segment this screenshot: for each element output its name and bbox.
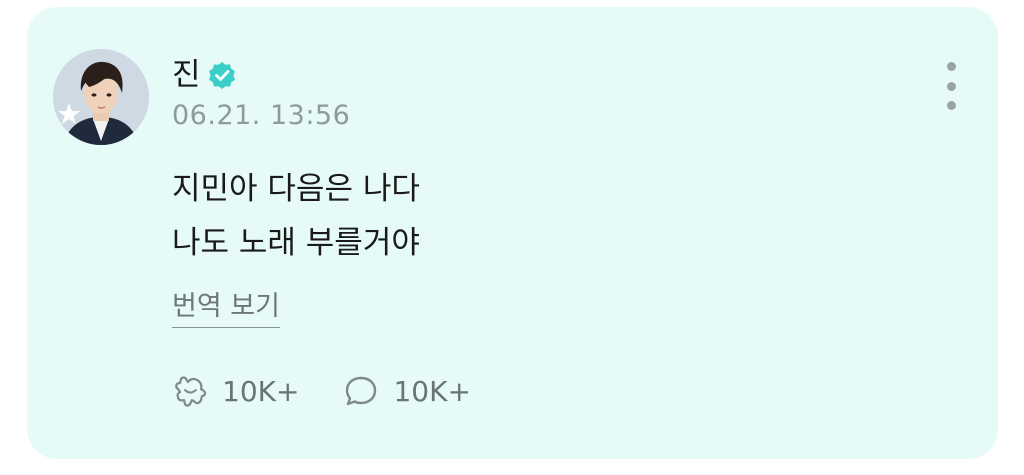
post-line: 지민아 다음은 나다 [172, 171, 420, 207]
more-options-button[interactable] [938, 62, 964, 110]
comment-button[interactable]: 10K+ [343, 373, 471, 409]
like-reaction-icon [172, 373, 208, 409]
post-content: 지민아 다음은 나다 나도 노래 부를거야 [172, 162, 420, 270]
author-row: 진 [172, 53, 237, 97]
comment-bubble-icon [343, 373, 379, 409]
avatar-image [53, 49, 149, 145]
avatar[interactable] [53, 49, 149, 145]
more-vertical-icon [946, 62, 956, 71]
author-name[interactable]: 진 [172, 55, 201, 95]
stats-row: 10K+ 10K+ [172, 371, 515, 411]
more-dot [946, 101, 956, 110]
star-badge-icon [54, 99, 84, 129]
like-count: 10K+ [222, 374, 300, 408]
like-button[interactable]: 10K+ [172, 373, 299, 409]
post-card: 진 06.21. 13:56 지민아 다음은 나다 나도 노래 부를거야 번역 … [27, 7, 998, 459]
post-line: 나도 노래 부를거야 [172, 225, 420, 261]
comment-count: 10K+ [393, 374, 471, 408]
post-timestamp: 06.21. 13:56 [172, 100, 351, 131]
more-dot [946, 81, 956, 91]
verified-badge-icon [207, 60, 237, 90]
translate-link[interactable]: 번역 보기 [172, 290, 280, 328]
